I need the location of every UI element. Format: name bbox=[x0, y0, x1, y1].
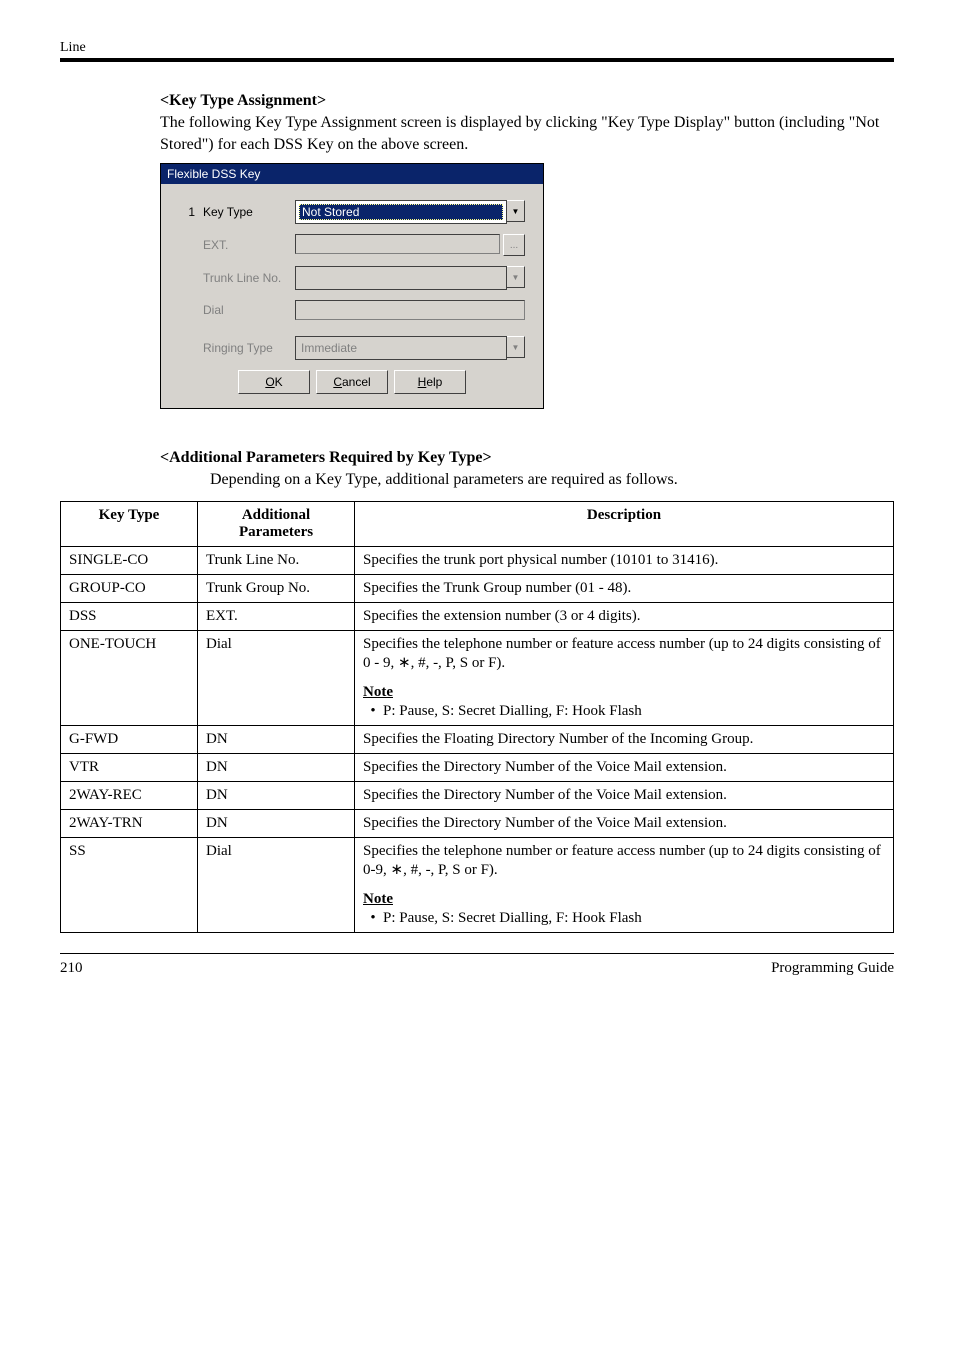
note-bullet: •P: Pause, S: Secret Dialling, F: Hook F… bbox=[363, 910, 885, 927]
col-additional-parameters: Additional Parameters bbox=[198, 501, 355, 546]
table-header-row: Key Type Additional Parameters Descripti… bbox=[61, 501, 894, 546]
note-bullet: •P: Pause, S: Secret Dialling, F: Hook F… bbox=[363, 703, 885, 720]
bullet-icon: • bbox=[363, 703, 383, 720]
col-key-type: Key Type bbox=[61, 501, 198, 546]
table-row: SINGLE-COTrunk Line No.Specifies the tru… bbox=[61, 546, 894, 574]
cell-description: Specifies the Directory Number of the Vo… bbox=[355, 781, 894, 809]
page-number: 210 bbox=[60, 960, 83, 977]
col-description: Description bbox=[355, 501, 894, 546]
bullet-icon: • bbox=[363, 910, 383, 927]
page-footer: 210 Programming Guide bbox=[60, 953, 894, 977]
cell-description: Specifies the extension number (3 or 4 d… bbox=[355, 602, 894, 630]
cell-additional-parameters: DN bbox=[198, 781, 355, 809]
cell-key-type: GROUP-CO bbox=[61, 574, 198, 602]
cell-description: Specifies the trunk port physical number… bbox=[355, 546, 894, 574]
note-text: P: Pause, S: Secret Dialling, F: Hook Fl… bbox=[383, 703, 642, 720]
table-row: 2WAY-RECDNSpecifies the Directory Number… bbox=[61, 781, 894, 809]
cell-additional-parameters: EXT. bbox=[198, 602, 355, 630]
label-ext: EXT. bbox=[203, 238, 295, 252]
cell-key-type: VTR bbox=[61, 753, 198, 781]
cell-key-type: DSS bbox=[61, 602, 198, 630]
cell-description: Specifies the Trunk Group number (01 - 4… bbox=[355, 574, 894, 602]
cell-description: Specifies the telephone number or featur… bbox=[355, 630, 894, 725]
table-row: ONE-TOUCHDialSpecifies the telephone num… bbox=[61, 630, 894, 725]
cell-description: Specifies the Directory Number of the Vo… bbox=[355, 809, 894, 837]
ringing-type-select: Immediate bbox=[295, 336, 507, 360]
cell-key-type: SINGLE-CO bbox=[61, 546, 198, 574]
table-row: SSDialSpecifies the telephone number or … bbox=[61, 837, 894, 932]
cancel-button[interactable]: Cancel bbox=[316, 370, 388, 394]
flexible-dss-key-dialog: Flexible DSS Key 1 Key Type Not Stored ▼… bbox=[160, 163, 544, 409]
cell-description: Specifies the Floating Directory Number … bbox=[355, 725, 894, 753]
section-key-type-title: <Key Type Assignment> bbox=[160, 92, 894, 110]
doc-title: Programming Guide bbox=[771, 960, 894, 977]
table-row: DSSEXT.Specifies the extension number (3… bbox=[61, 602, 894, 630]
section-key-type-intro: The following Key Type Assignment screen… bbox=[160, 112, 894, 155]
ringing-type-value: Immediate bbox=[299, 341, 503, 355]
ok-button[interactable]: OK bbox=[238, 370, 310, 394]
header-rule bbox=[60, 58, 894, 62]
table-row: 2WAY-TRNDNSpecifies the Directory Number… bbox=[61, 809, 894, 837]
cell-key-type: 2WAY-TRN bbox=[61, 809, 198, 837]
cell-additional-parameters: DN bbox=[198, 809, 355, 837]
cell-key-type: SS bbox=[61, 837, 198, 932]
cell-additional-parameters: Dial bbox=[198, 630, 355, 725]
note-heading: Note bbox=[363, 891, 885, 908]
row-number: 1 bbox=[179, 205, 195, 219]
label-ringing-type: Ringing Type bbox=[203, 341, 295, 355]
table-row: VTRDNSpecifies the Directory Number of t… bbox=[61, 753, 894, 781]
dialog-title: Flexible DSS Key bbox=[161, 164, 543, 184]
ext-input bbox=[295, 234, 500, 254]
cell-additional-parameters: DN bbox=[198, 753, 355, 781]
trunk-line-dropdown-icon: ▼ bbox=[506, 266, 525, 288]
ext-browse-button: ... bbox=[503, 234, 525, 256]
cell-additional-parameters: Dial bbox=[198, 837, 355, 932]
dial-input bbox=[295, 300, 525, 320]
section-additional-params-intro: Depending on a Key Type, additional para… bbox=[210, 469, 894, 491]
cell-additional-parameters: Trunk Group No. bbox=[198, 574, 355, 602]
cell-additional-parameters: DN bbox=[198, 725, 355, 753]
label-trunk-line-no: Trunk Line No. bbox=[203, 271, 295, 285]
cell-key-type: G-FWD bbox=[61, 725, 198, 753]
label-key-type: Key Type bbox=[203, 205, 295, 219]
table-row: GROUP-COTrunk Group No.Specifies the Tru… bbox=[61, 574, 894, 602]
trunk-line-select bbox=[295, 266, 507, 290]
note-text: P: Pause, S: Secret Dialling, F: Hook Fl… bbox=[383, 910, 642, 927]
ringing-type-dropdown-icon: ▼ bbox=[506, 336, 525, 358]
cell-key-type: ONE-TOUCH bbox=[61, 630, 198, 725]
note-heading: Note bbox=[363, 684, 885, 701]
cell-description: Specifies the Directory Number of the Vo… bbox=[355, 753, 894, 781]
help-button[interactable]: Help bbox=[394, 370, 466, 394]
cell-key-type: 2WAY-REC bbox=[61, 781, 198, 809]
key-type-select[interactable]: Not Stored bbox=[295, 200, 507, 224]
label-dial: Dial bbox=[203, 303, 295, 317]
additional-params-table: Key Type Additional Parameters Descripti… bbox=[60, 501, 894, 933]
key-type-value: Not Stored bbox=[299, 204, 503, 220]
table-row: G-FWDDNSpecifies the Floating Directory … bbox=[61, 725, 894, 753]
cell-description: Specifies the telephone number or featur… bbox=[355, 837, 894, 932]
key-type-dropdown-icon[interactable]: ▼ bbox=[506, 200, 525, 222]
cell-additional-parameters: Trunk Line No. bbox=[198, 546, 355, 574]
running-header: Line bbox=[60, 40, 894, 56]
section-additional-params-title: <Additional Parameters Required by Key T… bbox=[160, 449, 894, 467]
